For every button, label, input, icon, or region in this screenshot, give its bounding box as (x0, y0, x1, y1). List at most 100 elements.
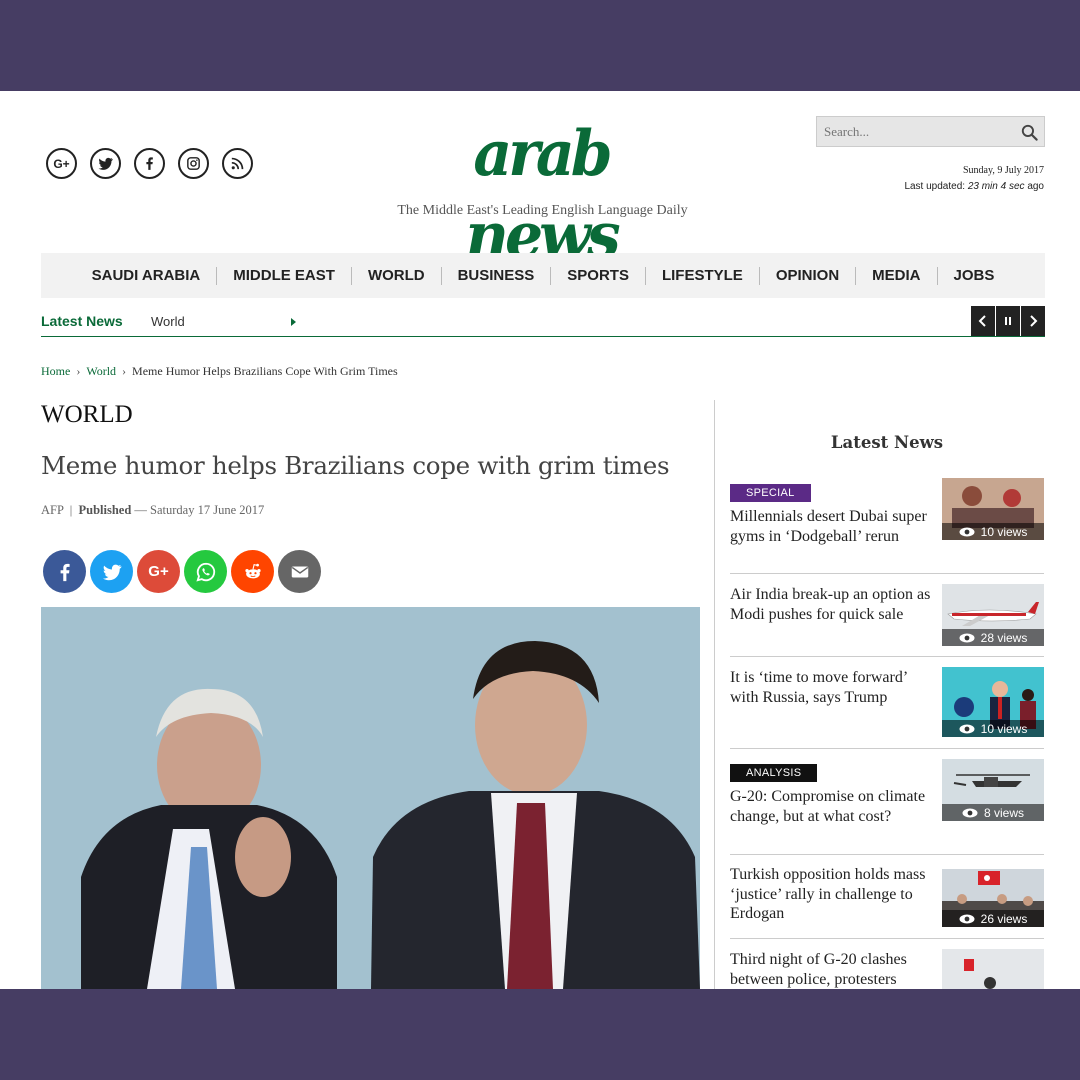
published-date: Saturday 17 June 2017 (150, 503, 265, 517)
social-links: G+ (46, 148, 253, 179)
last-updated: Last updated: 23 min 4 sec ago (904, 179, 1044, 195)
page: G+ arab news The Middle East's Leading E… (0, 91, 1080, 989)
article-source: AFP (41, 503, 64, 517)
breadcrumb-separator-icon: › (122, 364, 127, 378)
nav-item-jobs[interactable]: JOBS (938, 267, 1011, 285)
share-google-plus-button[interactable]: G+ (137, 550, 180, 593)
facebook-icon[interactable] (134, 148, 165, 179)
views-counter: 10 views (942, 720, 1044, 737)
nav-item-lifestyle[interactable]: LIFESTYLE (646, 266, 760, 285)
last-updated-label: Last updated: (904, 181, 966, 192)
twitter-icon (102, 564, 122, 580)
ticker-pause-button[interactable] (996, 306, 1020, 336)
ticker-arrow-icon (291, 318, 296, 326)
views-count: 10 views (980, 524, 1028, 539)
nav-item-world[interactable]: WORLD (352, 266, 442, 285)
ticker-next-button[interactable] (1021, 306, 1045, 336)
search-box (816, 116, 1045, 147)
news-headline[interactable]: Turkish opposition holds mass ‘justice’ … (730, 865, 935, 924)
last-updated-suffix: ago (1027, 181, 1044, 192)
nav-item-opinion[interactable]: OPINION (760, 266, 857, 285)
instagram-icon[interactable] (178, 148, 209, 179)
email-icon (291, 566, 308, 577)
news-headline[interactable]: Third night of G-20 clashes between poli… (730, 950, 935, 989)
news-thumbnail[interactable]: 10 views (942, 478, 1044, 540)
breadcrumb-current: Meme Humor Helps Brazilians Cope With Gr… (132, 364, 398, 378)
hero-photo (41, 607, 700, 989)
ticker-label: Latest News (41, 313, 123, 329)
news-thumbnail[interactable]: 28 views (942, 584, 1044, 646)
list-item[interactable]: Third night of G-20 clashes between poli… (730, 939, 1044, 989)
breadcrumb-section[interactable]: World (86, 364, 116, 379)
ticker-prev-button[interactable] (971, 306, 995, 336)
list-item[interactable]: Turkish opposition holds mass ‘justice’ … (730, 855, 1044, 939)
dateline: Sunday, 9 July 2017 Last updated: 23 min… (904, 163, 1044, 195)
breadcrumb: Home › World › Meme Humor Helps Brazilia… (41, 364, 398, 379)
chevron-left-icon (978, 315, 986, 327)
main-nav: SAUDI ARABIA MIDDLE EAST WORLD BUSINESS … (41, 253, 1045, 298)
share-email-button[interactable] (278, 550, 321, 593)
site-logo[interactable]: arab news (403, 117, 679, 273)
views-count: 26 views (980, 911, 1028, 926)
eye-icon (959, 633, 975, 642)
nav-item-saudi-arabia[interactable]: SAUDI ARABIA (76, 266, 218, 285)
published-label: Published (78, 503, 132, 517)
share-facebook-button[interactable] (43, 550, 86, 593)
share-buttons: G+ (43, 550, 321, 593)
list-item[interactable]: SPECIAL Millennials desert Dubai super g… (730, 478, 1044, 574)
sidebar-news-list: SPECIAL Millennials desert Dubai super g… (730, 478, 1044, 989)
reddit-icon (244, 563, 261, 578)
news-headline[interactable]: G-20: Compromise on climate change, but … (730, 787, 935, 826)
eye-icon (962, 808, 978, 817)
search-icon[interactable] (1020, 123, 1039, 142)
nav-item-middle-east[interactable]: MIDDLE EAST (217, 266, 352, 285)
views-count: 10 views (980, 721, 1028, 736)
news-ticker: Latest News World (41, 306, 1045, 337)
list-item[interactable]: It is ‘time to move forward’ with Russia… (730, 657, 1044, 749)
ticker-item[interactable]: World (151, 314, 185, 329)
byline: AFP | Published — Saturday 17 June 2017 (41, 503, 265, 517)
views-counter: 28 views (942, 629, 1044, 646)
facebook-icon (60, 563, 70, 581)
news-thumbnail[interactable] (942, 949, 1044, 989)
article-hero-image (41, 607, 700, 989)
nav-item-media[interactable]: MEDIA (856, 266, 938, 285)
analysis-tag: ANALYSIS (730, 764, 818, 782)
eye-icon (959, 914, 975, 923)
search-input[interactable] (817, 117, 1007, 146)
section-title: WORLD (41, 401, 133, 428)
news-thumbnail[interactable]: 26 views (942, 869, 1044, 927)
share-whatsapp-button[interactable] (184, 550, 227, 593)
article-headline: Meme humor helps Brazilians cope with gr… (41, 451, 670, 480)
twitter-icon[interactable] (90, 148, 121, 179)
chevron-right-icon (1030, 315, 1038, 327)
share-twitter-button[interactable] (90, 550, 133, 593)
news-headline[interactable]: It is ‘time to move forward’ with Russia… (730, 668, 935, 707)
thumbnail-photo (942, 949, 1044, 989)
views-counter: 26 views (942, 910, 1044, 927)
breadcrumb-separator-icon: › (76, 364, 81, 378)
list-item[interactable]: Air India break-up an option as Modi pus… (730, 574, 1044, 657)
views-count: 28 views (980, 630, 1028, 645)
nav-item-business[interactable]: BUSINESS (442, 266, 552, 285)
ticker-controls (971, 306, 1045, 336)
column-divider (714, 400, 715, 989)
nav-item-sports[interactable]: SPORTS (551, 266, 646, 285)
list-item[interactable]: ANALYSIS G-20: Compromise on climate cha… (730, 749, 1044, 855)
google-plus-icon[interactable]: G+ (46, 148, 77, 179)
breadcrumb-home[interactable]: Home (41, 364, 70, 379)
whatsapp-icon (195, 562, 215, 582)
last-updated-value: 23 min 4 sec (967, 181, 1025, 192)
news-headline[interactable]: Millennials desert Dubai super gyms in ‘… (730, 507, 935, 546)
news-thumbnail[interactable]: 10 views (942, 667, 1044, 737)
news-thumbnail[interactable]: 8 views (942, 759, 1044, 821)
google-plus-icon: G+ (148, 563, 169, 580)
rss-icon[interactable] (222, 148, 253, 179)
news-headline[interactable]: Air India break-up an option as Modi pus… (730, 585, 935, 624)
share-reddit-button[interactable] (231, 550, 274, 593)
current-date: Sunday, 9 July 2017 (962, 165, 1044, 176)
views-count: 8 views (983, 805, 1024, 820)
eye-icon (959, 527, 975, 536)
views-counter: 10 views (942, 523, 1044, 540)
eye-icon (959, 724, 975, 733)
